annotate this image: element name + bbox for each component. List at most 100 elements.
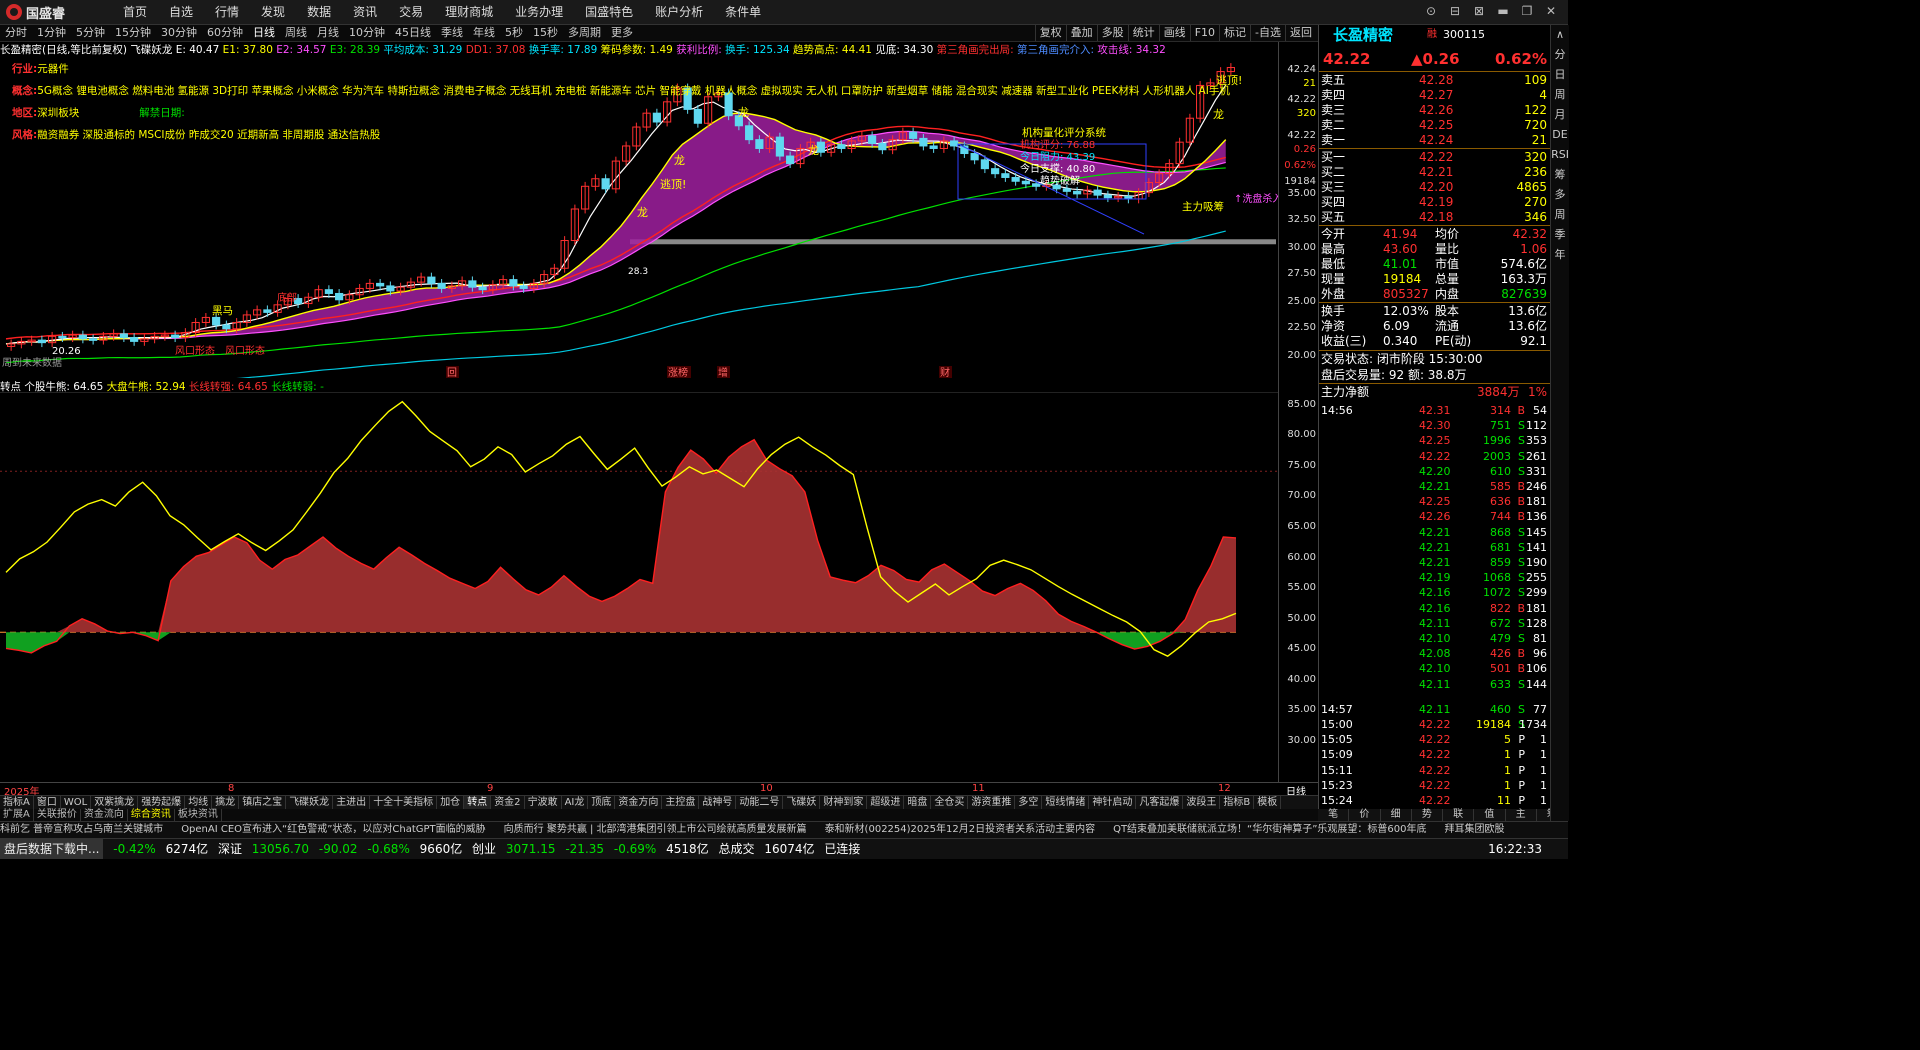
tick-row[interactable]: 42.25 1996 S 353: [1319, 433, 1551, 449]
tick-row[interactable]: 42.11 672 S 128: [1319, 616, 1551, 632]
indicator-tab-6[interactable]: 擒龙: [212, 796, 240, 810]
sidebar-button-5[interactable]: DE: [1551, 125, 1569, 145]
menu-item-4[interactable]: 数据: [296, 0, 342, 24]
period-11[interactable]: 季线: [436, 25, 468, 41]
period-2[interactable]: 5分钟: [71, 25, 110, 41]
pattern-name[interactable]: 飞碟妖龙: [130, 44, 172, 56]
indicator-tab-13[interactable]: 资金2: [491, 796, 525, 810]
quote-tab-1[interactable]: 价: [1349, 809, 1381, 821]
period-15[interactable]: 多周期: [563, 25, 606, 41]
indicator-tab-3[interactable]: 双紫擒龙: [91, 796, 139, 810]
indicator-tab-30[interactable]: 凡客起爆: [1136, 796, 1184, 810]
period-5[interactable]: 60分钟: [202, 25, 248, 41]
menu-item-3[interactable]: 发现: [250, 0, 296, 24]
indicator-tab-15[interactable]: AI龙: [562, 796, 589, 810]
tick-row[interactable]: 42.30 751 S 112: [1319, 418, 1551, 434]
indicator-tab-17[interactable]: 资金方向: [615, 796, 663, 810]
quote-tab-2[interactable]: 细: [1381, 809, 1412, 821]
stat-row-2[interactable]: 最低 41.01 市值 574.6亿: [1319, 256, 1551, 272]
tick-row[interactable]: 15:00 42.22 19184 S 1734: [1319, 717, 1551, 733]
tick-row[interactable]: 42.16 822 B 181: [1319, 601, 1551, 617]
news-item-0[interactable]: 科前乞 普帝宣称攻占乌南兰关键城市: [0, 824, 163, 835]
stat-row-0[interactable]: 今开 41.94 均价 42.32: [1319, 226, 1551, 242]
indicator-tab-33[interactable]: 模板: [1254, 796, 1282, 810]
app-logo[interactable]: 国盛睿: [6, 3, 65, 22]
menu-item-8[interactable]: 业务办理: [504, 0, 574, 24]
stat-row-4[interactable]: 外盘 805327 内盘 827639: [1319, 286, 1551, 302]
quote-tab-5[interactable]: 值: [1474, 809, 1506, 821]
news-item-3[interactable]: 泰和新材(002254)2025年12月2日投资者关系活动主要内容: [825, 824, 1096, 835]
indicator-tab-28[interactable]: 短线情绪: [1042, 796, 1090, 810]
tick-row[interactable]: 15:11 42.22 1 P 1: [1319, 763, 1551, 779]
quote-header[interactable]: 长盈精密 融 300115: [1319, 27, 1551, 43]
quote-tab-6[interactable]: 主: [1506, 809, 1537, 821]
tick-row[interactable]: 42.16 1072 S 299: [1319, 585, 1551, 601]
quote-tab-3[interactable]: 势: [1412, 809, 1443, 821]
indicator-tab-11[interactable]: 加仓: [437, 796, 465, 810]
ask-row-3[interactable]: 卖二 42.25 720: [1319, 117, 1551, 133]
tick-row[interactable]: 42.20 610 S 331: [1319, 464, 1551, 480]
tick-row[interactable]: 14:56 42.31 314 B 54: [1319, 403, 1551, 419]
quote-price-row[interactable]: 42.22 ▲0.26 0.62%: [1319, 51, 1551, 67]
news-item-2[interactable]: 向质而行 聚势共赢 | 北部湾港集团引领上市公司绘就高质量发展新篇: [504, 824, 807, 835]
indicator-tab-9[interactable]: 主进出: [333, 796, 371, 810]
sidebar-button-8[interactable]: 多: [1551, 185, 1569, 205]
period-0[interactable]: 分时: [0, 25, 32, 41]
indicator-tab-29[interactable]: 神针启动: [1089, 796, 1137, 810]
tick-row[interactable]: 42.19 1068 S 255: [1319, 570, 1551, 586]
menu-item-0[interactable]: 首页: [112, 0, 158, 24]
news-item-1[interactable]: OpenAI CEO宣布进入“红色警戒”状态，以应对ChatGPT面临的威胁: [181, 824, 485, 835]
sidebar-button-0[interactable]: ∧: [1551, 25, 1569, 45]
window-button-3[interactable]: ▬: [1494, 2, 1512, 20]
indicator-tab-1[interactable]: 窗口: [34, 796, 61, 810]
menu-item-9[interactable]: 国盛特色: [574, 0, 644, 24]
indicator-tab-0[interactable]: 指标A: [0, 796, 34, 810]
indicator-tab-4[interactable]: 强势起爆: [138, 796, 186, 810]
menu-item-10[interactable]: 账户分析: [644, 0, 714, 24]
tick-row[interactable]: 15:05 42.22 5 P 1: [1319, 732, 1551, 748]
period-1[interactable]: 1分钟: [32, 25, 71, 41]
period-16[interactable]: 更多: [606, 25, 638, 41]
tool-0[interactable]: 复权: [1034, 25, 1066, 41]
period-12[interactable]: 年线: [468, 25, 500, 41]
tool-6[interactable]: 标记: [1219, 25, 1250, 41]
main-flow-row[interactable]: 主力净额 3884万 1%: [1319, 384, 1551, 400]
indicator-tab-20[interactable]: 动能二号: [736, 796, 784, 810]
ask-row-0[interactable]: 卖五 42.28 109: [1319, 72, 1551, 88]
period-9[interactable]: 10分钟: [344, 25, 390, 41]
tick-row[interactable]: 14:57 42.11 460 S 77: [1319, 702, 1551, 718]
sidebar-button-4[interactable]: 月: [1551, 105, 1569, 125]
cy-label[interactable]: 创业: [472, 839, 496, 859]
indicator-tab-19[interactable]: 战神号: [699, 796, 737, 810]
tick-row[interactable]: 15:24 42.22 11 P 1: [1319, 793, 1551, 809]
tick-row[interactable]: 42.10 479 S 81: [1319, 631, 1551, 647]
sidebar-button-10[interactable]: 季: [1551, 225, 1569, 245]
indicator-tab-10[interactable]: 十全十美指标: [370, 796, 438, 810]
ask-row-1[interactable]: 卖四 42.27 4: [1319, 87, 1551, 103]
menu-item-6[interactable]: 交易: [388, 0, 434, 24]
news-item-5[interactable]: 拜耳集团欧股: [1445, 824, 1505, 835]
news-item-4[interactable]: QT结束叠加美联储就派立场！“华尔街神算子”乐观展望：标普600年底: [1113, 824, 1426, 835]
ask-row-2[interactable]: 卖三 42.26 122: [1319, 102, 1551, 118]
bid-row-0[interactable]: 买一 42.22 320: [1319, 149, 1551, 165]
indicator-tab-7[interactable]: 镇店之宝: [239, 796, 287, 810]
indicator-tab-24[interactable]: 暗盘: [904, 796, 932, 810]
tick-row[interactable]: 42.22 2003 S 261: [1319, 449, 1551, 465]
sidebar-button-3[interactable]: 周: [1551, 85, 1569, 105]
indicator-tab-5[interactable]: 均线: [185, 796, 213, 810]
tick-row[interactable]: 42.25 636 B 181: [1319, 494, 1551, 510]
period-10[interactable]: 45日线: [390, 25, 436, 41]
sidebar-button-7[interactable]: 筹: [1551, 165, 1569, 185]
indicator-tab-12[interactable]: 转点: [464, 796, 492, 810]
period-6[interactable]: 日线: [248, 25, 280, 41]
stat2-row-1[interactable]: 净资 6.09 流通 13.6亿: [1319, 318, 1551, 334]
stat2-row-0[interactable]: 换手 12.03% 股本 13.6亿: [1319, 303, 1551, 319]
stat2-row-2[interactable]: 收益(三) 0.340 PE(动) 92.1: [1319, 333, 1551, 349]
tick-row[interactable]: 42.08 426 B 96: [1319, 646, 1551, 662]
ask-row-4[interactable]: 卖一 42.24 21: [1319, 132, 1551, 148]
indicator-tab-2[interactable]: WOL: [61, 796, 92, 810]
window-button-4[interactable]: ❐: [1518, 2, 1536, 20]
bid-row-1[interactable]: 买二 42.21 236: [1319, 164, 1551, 180]
period-14[interactable]: 15秒: [528, 25, 563, 41]
window-button-2[interactable]: ⊠: [1470, 2, 1488, 20]
